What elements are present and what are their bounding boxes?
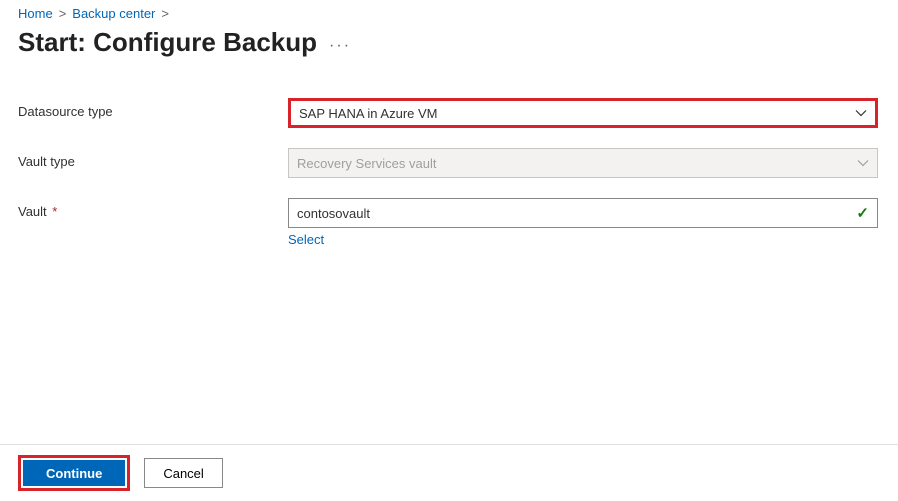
chevron-down-icon (855, 107, 867, 119)
chevron-down-icon (857, 157, 869, 169)
row-vault: Vault * contosovault ✓ Select (18, 198, 880, 247)
select-datasource-type-value: SAP HANA in Azure VM (299, 106, 438, 121)
cancel-button[interactable]: Cancel (144, 458, 222, 488)
label-vault: Vault * (18, 198, 288, 219)
breadcrumb-sep: > (59, 6, 67, 21)
page-title-row: Start: Configure Backup ··· (18, 27, 880, 58)
input-vault-value: contosovault (297, 206, 370, 221)
breadcrumb-backup-center[interactable]: Backup center (72, 6, 155, 21)
footer-actions: Continue Cancel (0, 444, 898, 501)
breadcrumb: Home > Backup center > (18, 6, 880, 21)
link-select-vault[interactable]: Select (288, 232, 324, 247)
continue-button[interactable]: Continue (23, 460, 125, 486)
label-vault-text: Vault (18, 204, 47, 219)
input-vault[interactable]: contosovault ✓ (288, 198, 878, 228)
page-title: Start: Configure Backup (18, 27, 317, 58)
row-datasource-type: Datasource type SAP HANA in Azure VM (18, 98, 880, 128)
breadcrumb-home[interactable]: Home (18, 6, 53, 21)
more-actions-icon[interactable]: ··· (329, 31, 351, 55)
select-vault-type: Recovery Services vault (288, 148, 878, 178)
continue-highlight: Continue (18, 455, 130, 491)
select-datasource-type[interactable]: SAP HANA in Azure VM (288, 98, 878, 128)
select-vault-type-value: Recovery Services vault (297, 156, 436, 171)
breadcrumb-sep: > (161, 6, 169, 21)
label-datasource-type: Datasource type (18, 98, 288, 119)
checkmark-icon: ✓ (856, 204, 869, 222)
row-vault-type: Vault type Recovery Services vault (18, 148, 880, 178)
required-asterisk: * (52, 204, 57, 219)
label-vault-type: Vault type (18, 148, 288, 169)
